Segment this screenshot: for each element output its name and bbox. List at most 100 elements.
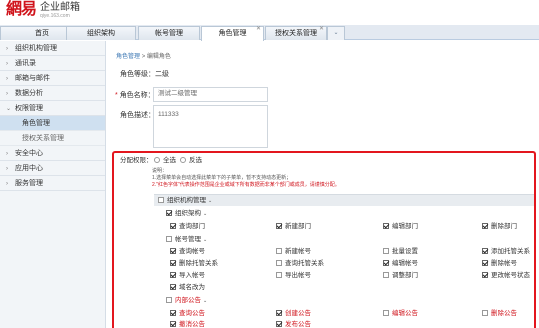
checkbox-icon <box>166 210 172 216</box>
tab-accounts[interactable]: 帐号管理 <box>138 26 200 40</box>
checkbox-icon <box>482 223 488 229</box>
sidebar-item-auth-relations[interactable]: 授权关系管理 <box>0 131 105 146</box>
checkbox-icon <box>276 223 282 229</box>
header: 網易 企业邮箱 qiye.163.com <box>0 0 539 24</box>
chevron-right-icon: › <box>6 166 8 172</box>
perm-item[interactable]: 编辑公告 <box>383 310 418 318</box>
logo[interactable]: 網易 企业邮箱 qiye.163.com <box>6 1 80 19</box>
radio-icon <box>154 157 160 163</box>
checkbox-icon <box>276 260 282 266</box>
checkbox-icon <box>276 272 282 278</box>
checkbox-icon <box>170 248 176 254</box>
perm-item[interactable]: 查询部门 <box>170 223 205 231</box>
checkbox-icon <box>482 248 488 254</box>
sidebar-item-org-management[interactable]: › 组织机构管理 <box>0 41 105 56</box>
group-org-management[interactable]: 组织机构管理 ⌄ <box>158 197 212 205</box>
section-org-structure[interactable]: 组织架构 ⌄ <box>166 210 207 218</box>
perm-item[interactable]: 批量设置 <box>383 248 418 256</box>
logo-title: 企业邮箱 <box>40 1 81 13</box>
perm-item[interactable]: 删除托管关系 <box>170 260 218 268</box>
sidebar-item-permissions[interactable]: ⌄ 权限管理 <box>0 101 105 116</box>
chevron-right-icon: › <box>6 46 8 52</box>
checkbox-icon <box>166 236 172 242</box>
role-name-label: 角色名称： <box>119 92 155 99</box>
perm-item[interactable]: 删除帐号 <box>482 260 517 268</box>
role-desc-textarea[interactable]: 111333 <box>153 105 268 148</box>
checkbox-icon <box>383 223 389 229</box>
permission-panel: 分配权限： 全选 反选 说明： 1.选择菜单会自动选择此菜单下的子菜单，暂不支持… <box>112 151 536 328</box>
checkbox-icon <box>383 310 389 316</box>
sidebar-item-contacts[interactable]: › 通讯录 <box>0 56 105 71</box>
sidebar-item-services[interactable]: › 服务管理 <box>0 176 105 191</box>
chevron-down-icon: ⌄ <box>203 237 208 243</box>
chevron-right-icon: › <box>6 61 8 67</box>
close-icon[interactable]: ✕ <box>319 25 324 33</box>
role-name-row: * 角色名称： <box>115 90 155 100</box>
breadcrumb-current: 编辑角色 <box>146 54 171 60</box>
perm-item[interactable]: 查询帐号 <box>170 248 205 256</box>
perm-item[interactable]: 新建部门 <box>276 223 311 231</box>
perm-label: 分配权限： <box>120 157 153 164</box>
role-level-value: 二级 <box>155 71 169 78</box>
chevron-right-icon: › <box>6 76 8 82</box>
tab-org[interactable]: 组织架构 <box>66 26 136 40</box>
role-desc-label: 角色描述： <box>120 112 155 119</box>
perm-item[interactable]: 编辑部门 <box>383 223 418 231</box>
select-all-radio[interactable]: 全选 <box>154 157 176 165</box>
logo-mark: 網易 <box>6 1 37 18</box>
breadcrumb-link[interactable]: 角色管理 <box>116 54 140 60</box>
checkbox-icon <box>276 248 282 254</box>
role-level-label: 角色等级： <box>120 71 155 78</box>
perm-item[interactable]: 新建帐号 <box>276 248 311 256</box>
perm-item[interactable]: 删除部门 <box>482 223 517 231</box>
sidebar-item-security[interactable]: › 安全中心 <box>0 146 105 161</box>
perm-item[interactable]: 编辑帐号 <box>383 260 418 268</box>
checkbox-icon <box>170 223 176 229</box>
chevron-down-icon: ⌄ <box>6 106 12 112</box>
chevron-down-icon: ⌄ <box>203 298 208 304</box>
tab-roles[interactable]: 角色管理 ✕ <box>201 26 264 41</box>
perm-item[interactable]: 查询托管关系 <box>276 260 324 268</box>
role-level-row: 角色等级：二级 <box>120 69 169 79</box>
close-icon[interactable]: ✕ <box>256 25 261 33</box>
checkbox-icon <box>276 321 282 327</box>
perm-item[interactable]: 更改帐号状态 <box>482 272 530 280</box>
perm-item[interactable]: 导入帐号 <box>170 272 205 280</box>
sidebar-item-mailbox[interactable]: › 邮箱与邮件 <box>0 71 105 86</box>
perm-item[interactable]: 查询公告 <box>170 310 205 318</box>
sidebar-item-apps[interactable]: › 应用中心 <box>0 161 105 176</box>
checkbox-icon <box>158 197 164 203</box>
required-mark: * <box>115 92 118 99</box>
chevron-down-icon: ⌄ <box>203 211 208 217</box>
checkbox-icon <box>170 310 176 316</box>
section-accounts[interactable]: 帐号管理 ⌄ <box>166 236 207 244</box>
checkbox-icon <box>170 321 176 327</box>
perm-item[interactable]: 调整部门 <box>383 272 418 280</box>
chevron-down-icon[interactable]: ⌄ <box>327 26 345 40</box>
sidebar-item-role-management[interactable]: 角色管理 <box>0 116 105 131</box>
tab-auth-relations[interactable]: 授权关系管理 ✕ <box>265 26 327 40</box>
chevron-right-icon: › <box>6 151 8 157</box>
perm-item[interactable]: 域名改为 <box>170 284 205 292</box>
perm-item[interactable]: 撤消公告 <box>170 321 205 328</box>
invert-select-radio[interactable]: 反选 <box>180 157 202 165</box>
chevron-right-icon: › <box>6 181 8 187</box>
section-announcements[interactable]: 内部公告 ⌄ <box>166 297 207 305</box>
checkbox-icon <box>276 310 282 316</box>
checkbox-icon <box>170 272 176 278</box>
chevron-down-icon: ⌄ <box>208 198 213 204</box>
perm-item[interactable]: 添加托管关系 <box>482 248 530 256</box>
perm-item[interactable]: 创建公告 <box>276 310 311 318</box>
sidebar-item-analytics[interactable]: › 数据分析 <box>0 86 105 101</box>
chevron-right-icon: › <box>6 91 8 97</box>
role-name-input[interactable]: 测试二级管理 <box>153 87 268 102</box>
tab-bar: 首页 组织架构 帐号管理 角色管理 ✕ 授权关系管理 ✕ ⌄ <box>0 25 539 41</box>
checkbox-icon <box>166 297 172 303</box>
checkbox-icon <box>482 272 488 278</box>
perm-item[interactable]: 导出帐号 <box>276 272 311 280</box>
checkbox-icon <box>482 260 488 266</box>
perm-item[interactable]: 删除公告 <box>482 310 517 318</box>
perm-item[interactable]: 发布公告 <box>276 321 311 328</box>
logo-subtitle: qiye.163.com <box>40 12 70 19</box>
checkbox-icon <box>383 248 389 254</box>
